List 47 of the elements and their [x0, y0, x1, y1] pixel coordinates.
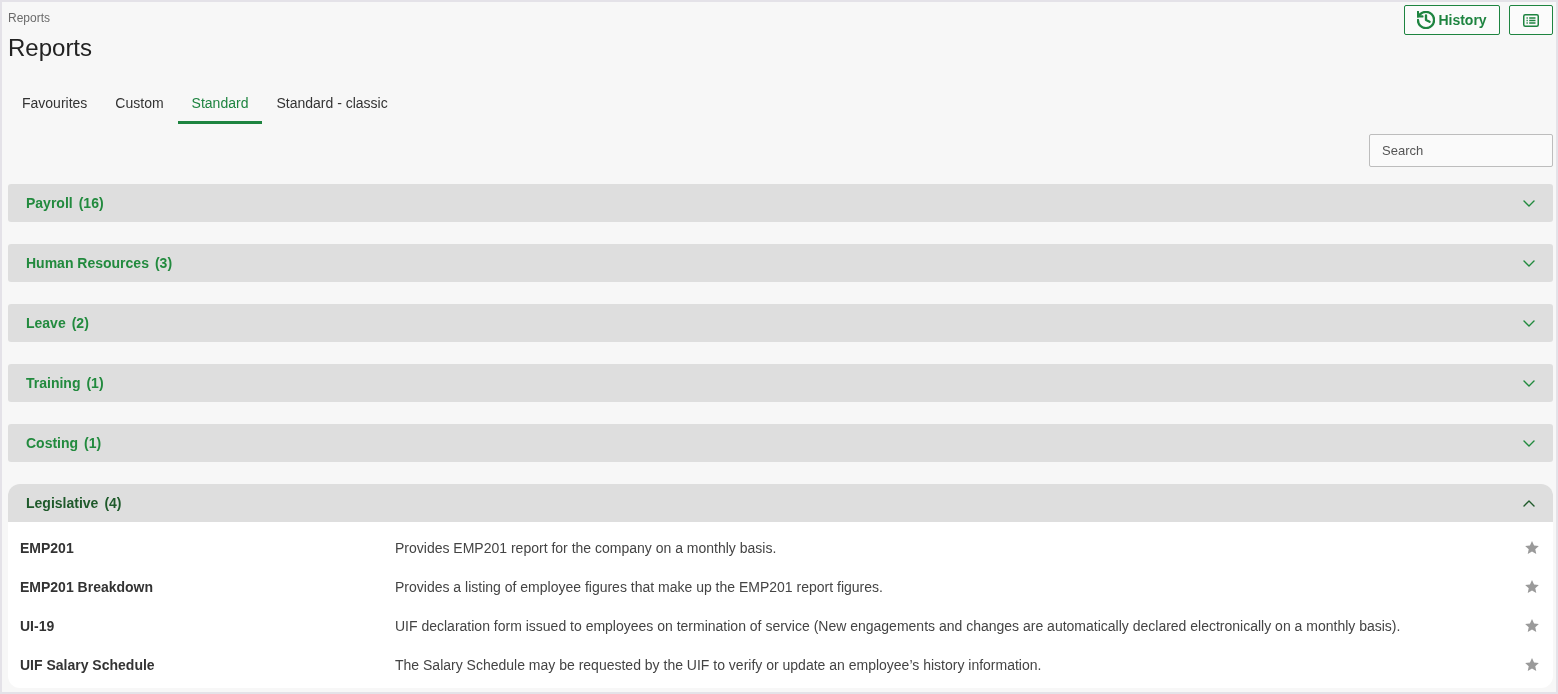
report-description: UIF declaration form issued to employees on termination of service (New engagements and changes are automatically declared electronically on a monthly basis).: [395, 617, 1401, 634]
section-name: Costing: [26, 435, 79, 451]
list-view-button[interactable]: [1509, 5, 1553, 35]
section-header[interactable]: Costing (1): [8, 424, 1553, 462]
section-header[interactable]: Payroll (16): [8, 184, 1553, 222]
section-count: (4): [104, 495, 122, 511]
tab[interactable]: Custom: [101, 85, 178, 124]
section-name: Training: [26, 375, 81, 391]
tab[interactable]: Favourites: [8, 85, 102, 124]
tab[interactable]: Standard - classic: [262, 85, 402, 124]
chevron-down-icon: [1523, 379, 1535, 387]
section-name: Legislative: [26, 495, 99, 511]
report-description: The Salary Schedule may be requested by the UIF to verify or update an employee’s history information.: [395, 656, 1042, 673]
section-count: (1): [86, 375, 104, 391]
list-icon: [1523, 13, 1539, 27]
report-name[interactable]: EMP201 Breakdown: [8, 578, 154, 595]
breadcrumb: Reports: [8, 11, 51, 25]
section-header[interactable]: Training (1): [8, 364, 1553, 402]
chevron-down-icon: [1523, 319, 1535, 327]
star-icon[interactable]: [1524, 656, 1540, 673]
section-name: Human Resources: [26, 255, 149, 271]
tab[interactable]: Standard: [177, 85, 263, 124]
history-icon: [1417, 11, 1436, 29]
report-description: Provides EMP201 report for the company on a monthly basis.: [395, 539, 777, 556]
report-description: Provides a listing of employee figures that make up the EMP201 report figures.: [395, 578, 883, 595]
star-icon[interactable]: [1524, 539, 1540, 556]
section-header[interactable]: Human Resources (3): [8, 244, 1553, 282]
chevron-down-icon: [1523, 199, 1535, 207]
star-icon[interactable]: [1524, 617, 1540, 634]
section-count: (3): [154, 255, 173, 271]
report-name[interactable]: EMP201: [8, 539, 74, 556]
star-icon[interactable]: [1524, 578, 1540, 595]
section-name: Payroll: [26, 195, 73, 211]
report-name[interactable]: UIF Salary Schedule: [8, 656, 155, 673]
section-header[interactable]: Legislative (4): [8, 484, 1553, 522]
history-button[interactable]: History: [1404, 5, 1500, 35]
chevron-up-icon: [1523, 499, 1535, 507]
section-count: (1): [84, 435, 102, 451]
section-count: (2): [71, 315, 89, 331]
chevron-down-icon: [1523, 439, 1535, 447]
search-field[interactable]: Search: [1369, 134, 1553, 167]
section-name: Leave: [26, 315, 66, 331]
chevron-down-icon: [1523, 259, 1535, 267]
section-count: (16): [78, 195, 104, 211]
section-header[interactable]: Leave (2): [8, 304, 1553, 342]
report-name[interactable]: UI-19: [8, 617, 55, 634]
page-title: Reports: [8, 33, 93, 63]
